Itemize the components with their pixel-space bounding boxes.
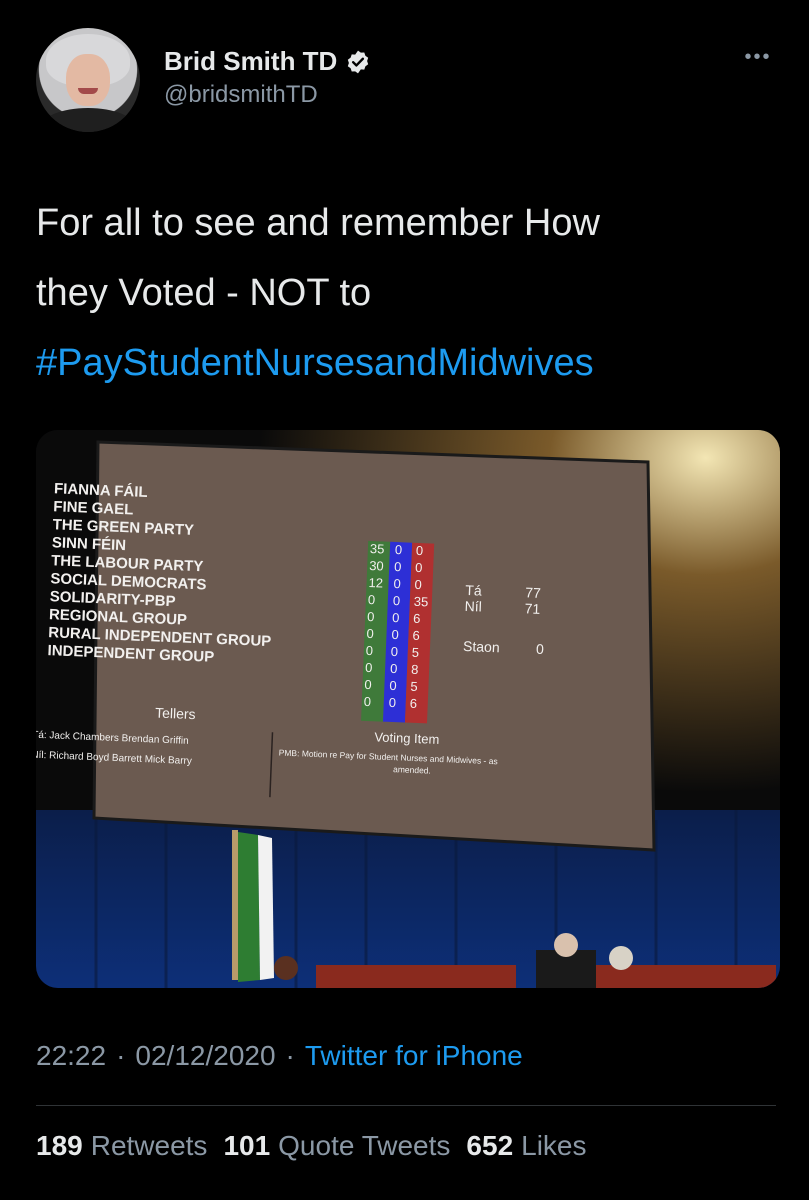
ta-vote: 0 [364, 677, 372, 692]
party-name: SINN FÉIN [52, 534, 127, 554]
ta-vote: 0 [366, 643, 374, 658]
staon-vote: 0 [389, 678, 397, 693]
tweet-header: Brid Smith TD @bridsmithTD ••• [36, 28, 776, 132]
nil-vote: 6 [409, 696, 417, 711]
engagement-stats: 189 Retweets 101 Quote Tweets 652 Likes [36, 1130, 587, 1162]
ta-vote: 35 [370, 541, 385, 557]
quotes-count: 101 [223, 1130, 271, 1161]
ta-total-label: Tá [465, 582, 482, 599]
nil-total-label: Níl [464, 598, 482, 615]
ta-vote: 0 [365, 660, 373, 675]
nil-vote: 5 [412, 645, 420, 660]
staon-vote: 0 [391, 644, 399, 659]
party-name: FINE GAEL [53, 498, 134, 518]
flag-green [238, 832, 260, 982]
verified-badge-icon [348, 50, 369, 73]
meta-separator: · [285, 1040, 295, 1071]
ta-vote: 0 [367, 609, 375, 624]
staon-vote: 0 [388, 695, 396, 710]
likes-stat[interactable]: 652 Likes [466, 1130, 586, 1162]
tweet-date[interactable]: 02/12/2020 [135, 1040, 275, 1072]
meta-separator: · [116, 1040, 126, 1071]
ta-vote: 0 [364, 694, 372, 709]
tweet-photo[interactable]: FIANNA FÁIL FINE GAEL THE GREEN PARTY SINN … [36, 430, 780, 988]
staon-vote: 0 [391, 627, 399, 642]
ta-vote: 30 [369, 558, 384, 574]
ta-vote: 0 [366, 626, 374, 641]
staon-vote: 0 [394, 559, 402, 574]
staon-vote: 0 [390, 661, 398, 676]
nil-vote: 0 [416, 543, 424, 558]
hashtag-link[interactable]: #PayStudentNursesandMidwives [36, 328, 776, 398]
retweets-stat[interactable]: 189 Retweets [36, 1130, 207, 1162]
divider [36, 1105, 776, 1106]
retweets-label: Retweets [90, 1130, 208, 1161]
staon-vote: 0 [393, 593, 401, 608]
more-options-icon[interactable]: ••• [740, 46, 776, 68]
nil-vote: 5 [410, 679, 418, 694]
nil-vote: 6 [412, 628, 420, 643]
nil-vote: 0 [415, 560, 423, 575]
flag-pole [232, 830, 238, 980]
tweet-text-line: For all to see and remember How [36, 202, 600, 244]
voting-item-heading: Voting Item [374, 729, 440, 747]
likes-label: Likes [521, 1130, 587, 1161]
staon-total-value: 0 [536, 641, 545, 657]
retweets-count: 189 [36, 1130, 83, 1161]
nil-vote: 8 [411, 662, 419, 677]
quote-tweets-stat[interactable]: 101 Quote Tweets [223, 1130, 450, 1162]
nil-vote: 0 [414, 577, 422, 592]
tweet-meta: 22:22 · 02/12/2020 · Twitter for iPhone [36, 1040, 523, 1072]
tweet-time[interactable]: 22:22 [36, 1040, 106, 1072]
likes-count: 652 [466, 1130, 514, 1161]
desk [316, 965, 516, 988]
nil-vote: 35 [414, 594, 429, 610]
flag-white [258, 835, 274, 980]
staon-total-label: Staon [463, 638, 500, 655]
tellers-heading: Tellers [155, 705, 196, 723]
nil-vote: 6 [413, 611, 421, 626]
ta-vote: 12 [368, 575, 383, 591]
avatar[interactable] [36, 28, 140, 132]
tweet-text-line: they Voted - NOT to [36, 272, 372, 314]
display-name[interactable]: Brid Smith TD [164, 46, 337, 77]
author-block[interactable]: Brid Smith TD @bridsmithTD [164, 46, 371, 109]
staon-vote: 0 [392, 610, 400, 625]
ta-total-value: 77 [525, 584, 541, 601]
nil-total-value: 71 [524, 600, 540, 617]
tweet-text: For all to see and remember How they Vot… [36, 188, 776, 398]
quotes-label: Quote Tweets [278, 1130, 451, 1161]
handle[interactable]: @bridsmithTD [164, 81, 371, 109]
staon-vote: 0 [395, 542, 403, 557]
voting-item-line2: amended. [393, 764, 431, 776]
staon-vote: 0 [393, 576, 401, 591]
ta-vote: 0 [368, 592, 376, 607]
tweet-source-link[interactable]: Twitter for iPhone [305, 1040, 523, 1072]
vote-screen-photo: FIANNA FÁILFINE GAELTHE GREEN PARTYSINN … [36, 430, 780, 988]
